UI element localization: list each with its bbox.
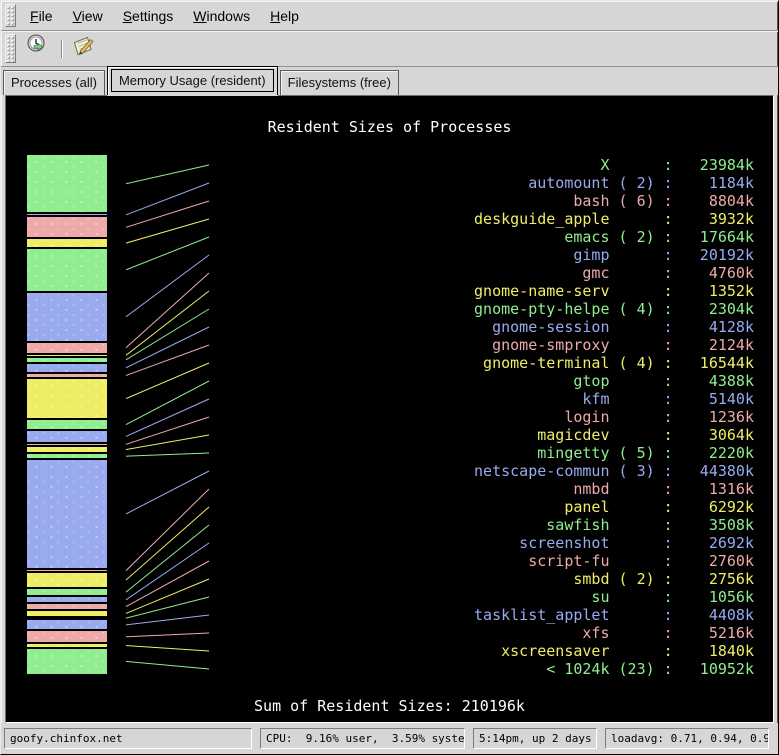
- memory-usage-chart-panel: Resident Sizes of Processes X : 23984k a…: [5, 95, 774, 723]
- menu-item-windows[interactable]: Windows: [185, 4, 258, 28]
- process-row: xscreensaver : 1840k: [474, 642, 754, 660]
- bar-segment-magicdev: [27, 446, 107, 454]
- bar-segment-smbd: [27, 610, 107, 617]
- process-row: nmbd : 1316k: [474, 480, 754, 498]
- bar-segment-gnome-terminal: [27, 378, 107, 419]
- process-row: netscape-commun ( 3) : 44380k: [474, 462, 754, 480]
- process-row: gmc : 4760k: [474, 264, 754, 282]
- process-row: gnome-terminal ( 4) : 16544k: [474, 354, 754, 372]
- process-row: smbd ( 2) : 2756k: [474, 570, 754, 588]
- bar-segment-netscape-commun: [27, 459, 107, 569]
- status-bar: goofy.chinfox.net CPU: 9.16% user, 3.59%…: [1, 723, 778, 754]
- process-row: xfs : 5216k: [474, 624, 754, 642]
- process-row: login : 1236k: [474, 408, 754, 426]
- process-row: script-fu : 2760k: [474, 552, 754, 570]
- process-row: < 1024k (23) : 10952k: [474, 660, 754, 678]
- bar-segment-gmc: [27, 342, 107, 354]
- menubar-grip-handle[interactable]: [5, 4, 16, 27]
- process-row: gnome-smproxy : 2124k: [474, 336, 754, 354]
- process-row: X : 23984k: [474, 156, 754, 174]
- hostname-status: goofy.chinfox.net: [4, 728, 252, 749]
- edit-note-button[interactable]: [68, 35, 98, 63]
- bar-segment-xfs: [27, 630, 107, 643]
- menu-item-help[interactable]: Help: [262, 4, 307, 28]
- process-row: gnome-name-serv : 1352k: [474, 282, 754, 300]
- bar-segment-script-fu: [27, 603, 107, 610]
- loadavg-status: loadavg: 0.71, 0.94, 0.98: [605, 728, 769, 749]
- tab-filesystems-free[interactable]: Filesystems (free): [280, 70, 399, 95]
- tab-label: Processes (all): [4, 71, 104, 95]
- bar-segment-gimp: [27, 292, 107, 342]
- tab-label: Memory Usage (resident): [111, 69, 274, 92]
- tab-row: Processes (all) Memory Usage (resident) Fi…: [1, 67, 778, 95]
- menu-item-file[interactable]: File: [22, 4, 61, 28]
- sum-of-resident-sizes: Sum of Resident Sizes: 210196k: [6, 697, 773, 715]
- process-row: automount ( 2) : 1184k: [474, 174, 754, 192]
- clock-forward-icon: [25, 33, 51, 64]
- bar-segment-deskguide_apple: [27, 238, 107, 248]
- process-row: screenshot : 2692k: [474, 534, 754, 552]
- process-row: deskguide_apple : 3932k: [474, 210, 754, 228]
- menu-item-view[interactable]: View: [65, 4, 111, 28]
- toolbar-separator: [61, 40, 63, 58]
- process-row: panel : 6292k: [474, 498, 754, 516]
- bar-segment-emacs: [27, 248, 107, 292]
- menu-bar: FileViewSettingsWindowsHelp: [1, 1, 778, 31]
- process-row: kfm : 5140k: [474, 390, 754, 408]
- bar-segment--1024k: [27, 648, 107, 675]
- process-row: emacs ( 2) : 17664k: [474, 228, 754, 246]
- process-row: su : 1056k: [474, 588, 754, 606]
- bar-segment-gtop: [27, 419, 107, 430]
- process-row: tasklist_applet : 4408k: [474, 606, 754, 624]
- menu-item-settings[interactable]: Settings: [115, 4, 182, 28]
- stacked-memory-bar: [27, 154, 107, 675]
- tab-memory-usage-resident[interactable]: Memory Usage (resident): [107, 66, 278, 95]
- tab-processes-all[interactable]: Processes (all): [3, 70, 105, 95]
- toolbar-grip-handle[interactable]: [5, 34, 16, 63]
- process-row: gimp : 20192k: [474, 246, 754, 264]
- bar-segment-sawfish: [27, 588, 107, 597]
- bar-segment-panel: [27, 572, 107, 588]
- process-row: magicdev : 3064k: [474, 426, 754, 444]
- toolbar: [1, 31, 778, 67]
- process-row: gtop : 4388k: [474, 372, 754, 390]
- process-row: sawfish : 3508k: [474, 516, 754, 534]
- bar-segment-screenshot: [27, 596, 107, 603]
- bar-segment-tasklist_applet: [27, 619, 107, 630]
- process-list: X : 23984k automount ( 2) : 1184k bash (…: [474, 156, 754, 678]
- process-row: gnome-session : 4128k: [474, 318, 754, 336]
- cpu-status: CPU: 9.16% user, 3.59% system: [260, 728, 465, 749]
- bar-segment-X: [27, 154, 107, 213]
- clock-forward-button[interactable]: [23, 35, 53, 63]
- tab-label: Filesystems (free): [281, 71, 398, 95]
- process-row: gnome-pty-helpe ( 4) : 2304k: [474, 300, 754, 318]
- bar-segment-gnome-session: [27, 363, 107, 373]
- menubar-items: FileViewSettingsWindowsHelp: [18, 4, 307, 28]
- gtop-window: FileViewSettingsWindowsHelp: [0, 0, 779, 755]
- bar-segment-kfm: [27, 430, 107, 443]
- process-row: bash ( 6) : 8804k: [474, 192, 754, 210]
- bar-segment-bash: [27, 216, 107, 238]
- edit-note-icon: [70, 33, 96, 64]
- uptime-status: 5:14pm, up 2 days: [473, 728, 597, 749]
- process-row: mingetty ( 5) : 2220k: [474, 444, 754, 462]
